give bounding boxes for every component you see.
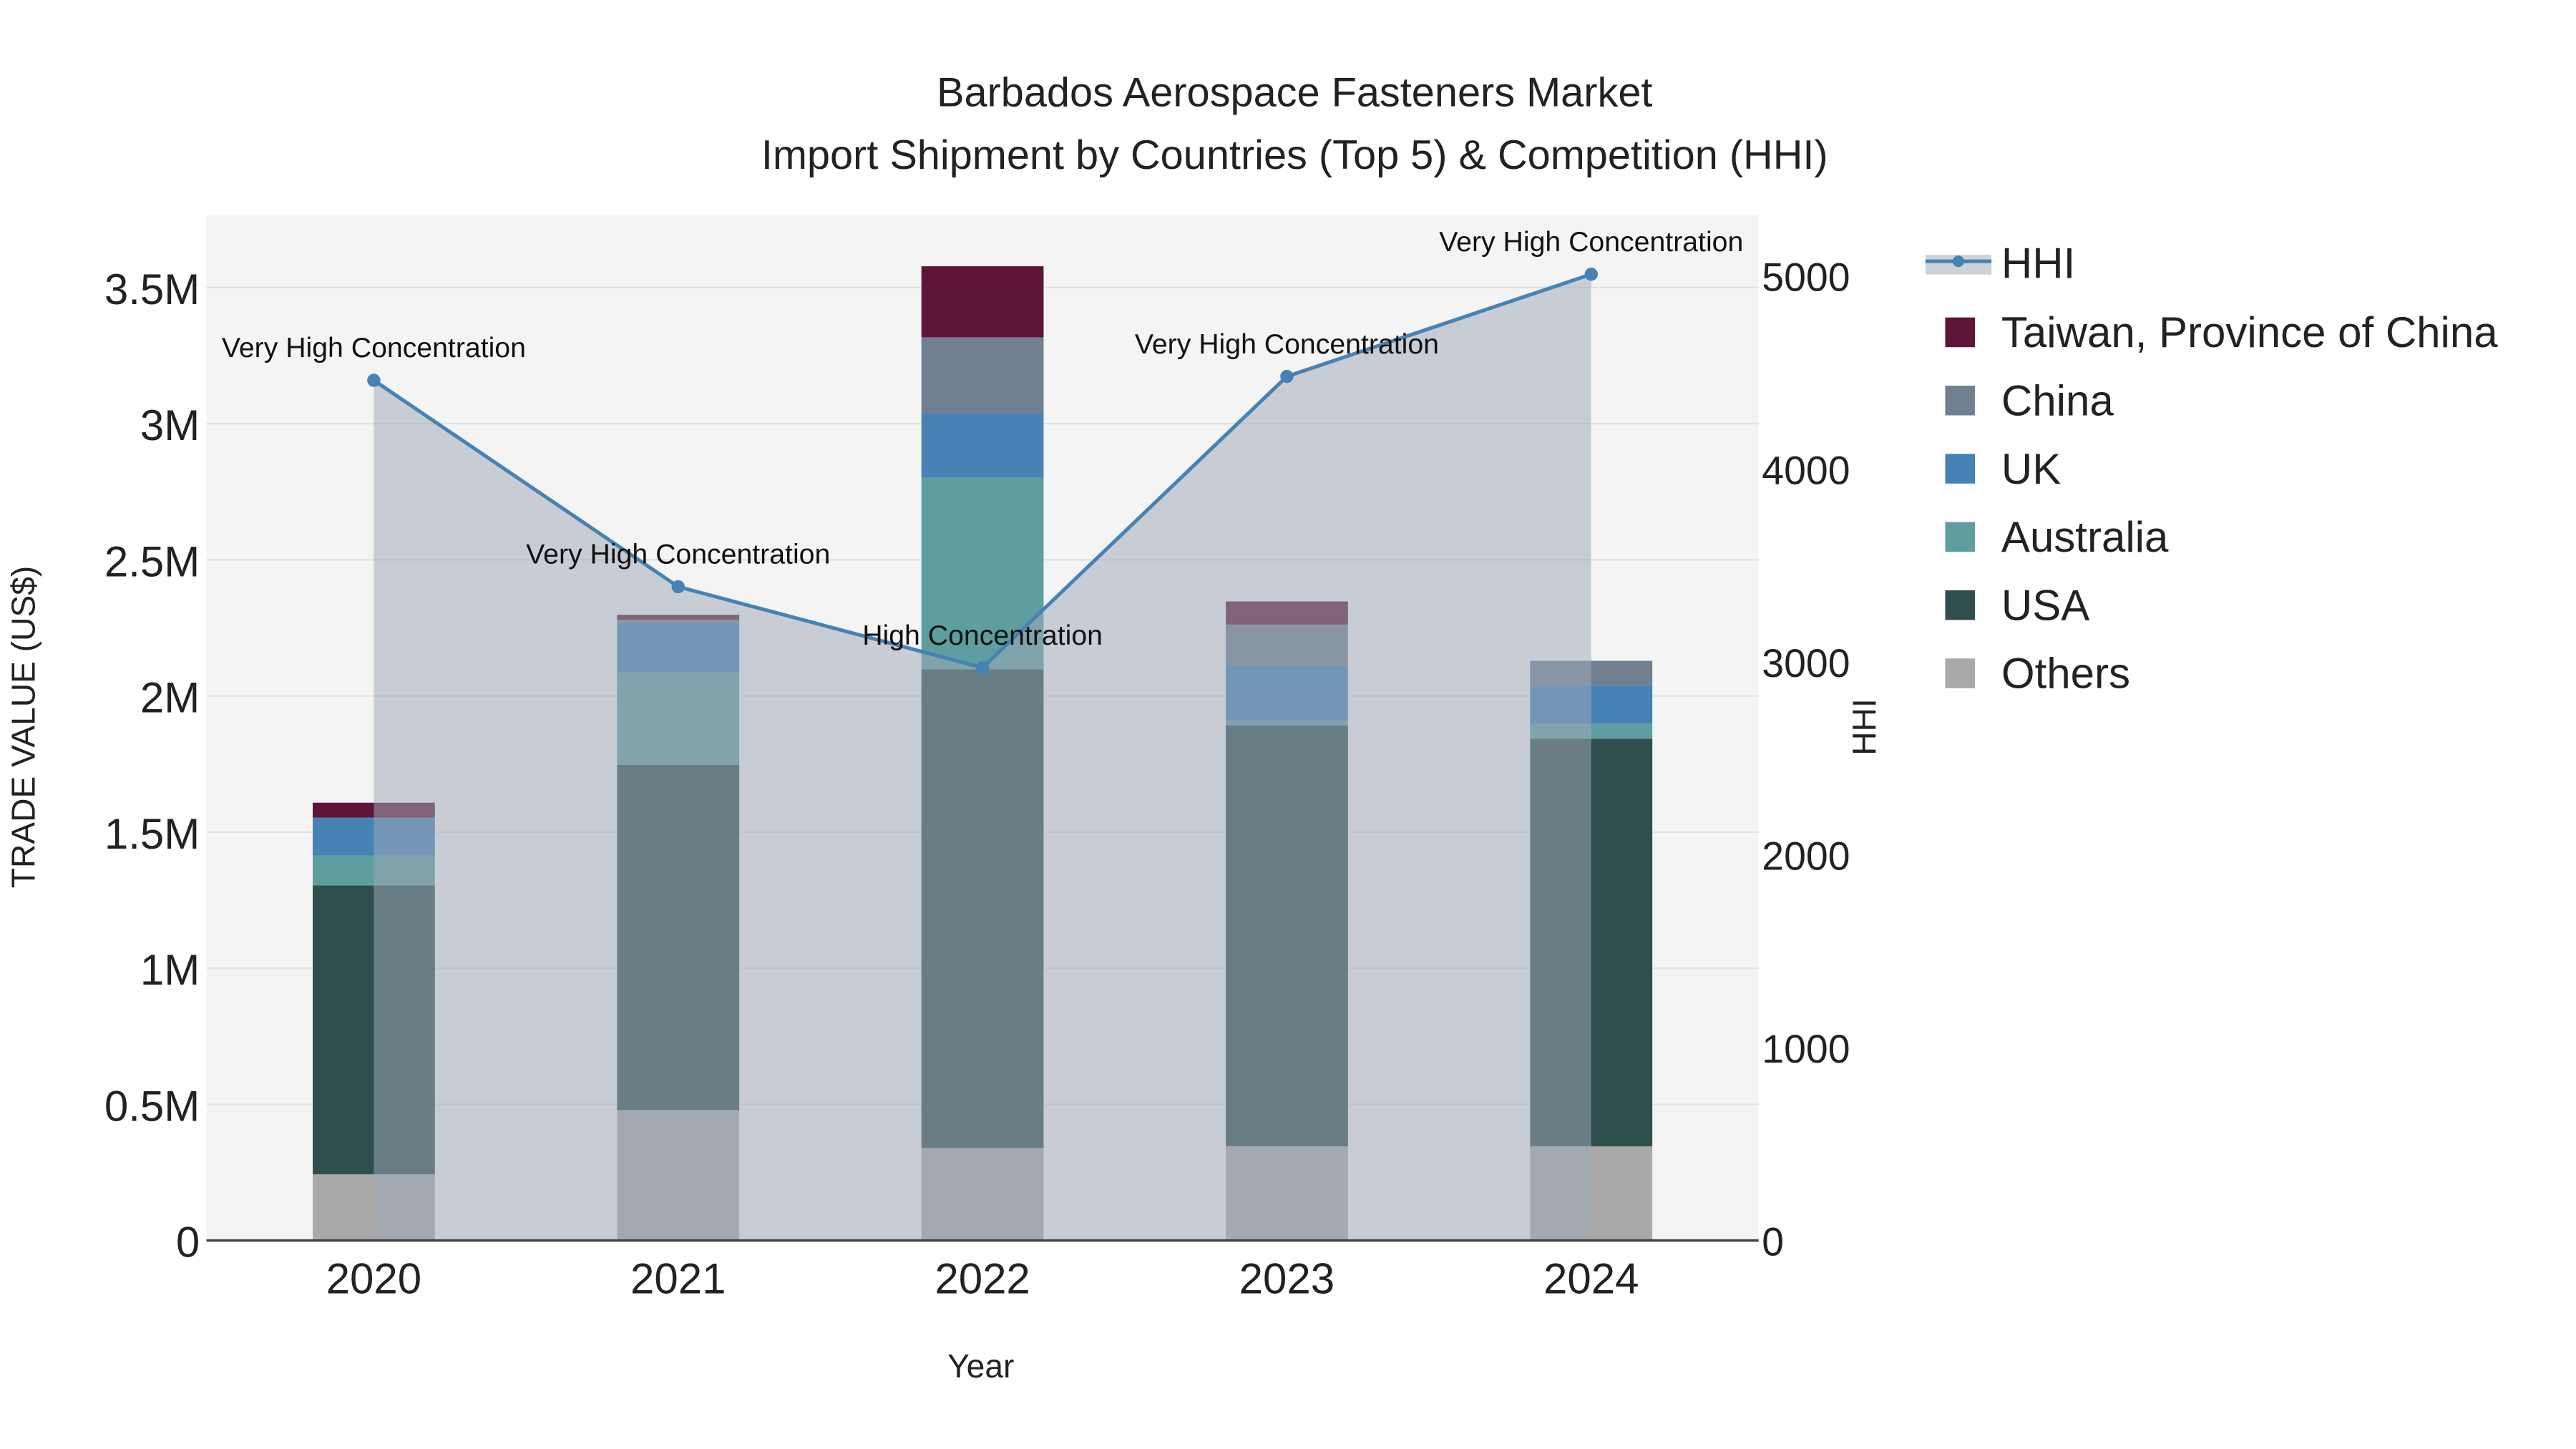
x-tick-label: 2023: [1239, 1255, 1335, 1303]
legend-label: UK: [2001, 445, 2061, 493]
legend-swatch: [1945, 385, 1975, 416]
y2-tick-label: 1000: [1762, 1027, 1850, 1071]
legend-swatch-hhi-marker: [1952, 255, 1964, 268]
chart-title-line1: Barbados Aerospace Fasteners Market: [937, 69, 1652, 115]
y2-tick-label: 2000: [1762, 834, 1850, 878]
y-tick-label: 1M: [140, 946, 200, 994]
y-tick-label: 2M: [140, 674, 200, 722]
y-tick-label: 2.5M: [104, 537, 200, 585]
x-tick-label: 2021: [630, 1255, 726, 1303]
bar-segment-taiwan-province-of-china-2022: [921, 266, 1044, 338]
chart-title-line2: Import Shipment by Countries (Top 5) & C…: [761, 132, 1828, 178]
legend-label: Australia: [2001, 513, 2169, 561]
y-tick-label: 0.5M: [104, 1082, 200, 1130]
hhi-annotation: High Concentration: [862, 620, 1103, 651]
y-tick-label: 0: [176, 1219, 200, 1267]
legend-swatch: [1945, 522, 1975, 552]
x-tick-label: 2022: [935, 1255, 1030, 1303]
legend-swatch: [1945, 317, 1975, 348]
legend-label: Others: [2001, 650, 2130, 698]
hhi-point-2022: [975, 660, 990, 675]
y2-tick-label: 5000: [1762, 255, 1850, 300]
legend-label: China: [2001, 377, 2114, 425]
legend-label: USA: [2001, 581, 2089, 629]
hhi-annotation: Very High Concentration: [526, 539, 830, 570]
legend-swatch: [1945, 658, 1975, 688]
legend-label: HHI: [2001, 239, 2075, 287]
hhi-point-2023: [1280, 369, 1294, 384]
x-axis-title: Year: [947, 1347, 1014, 1385]
legend-swatch: [1945, 454, 1975, 484]
y2-tick-label: 3000: [1762, 641, 1850, 686]
hhi-annotation: Very High Concentration: [1439, 226, 1743, 258]
legend-swatch: [1945, 590, 1975, 620]
hhi-point-2024: [1584, 268, 1598, 281]
x-tick-label: 2024: [1543, 1255, 1639, 1303]
x-tick-label: 2020: [326, 1255, 421, 1303]
chart: Barbados Aerospace Fasteners Market Impo…: [0, 0, 2576, 1449]
legend-label: Taiwan, Province of China: [2001, 308, 2498, 356]
y2-tick-label: 4000: [1762, 448, 1850, 492]
y-tick-label: 3.5M: [104, 265, 200, 313]
hhi-point-2021: [671, 580, 685, 594]
y-axis-title: TRADE VALUE (US$): [4, 566, 42, 888]
bar-segment-china-2022: [921, 337, 1044, 414]
bar-segment-uk-2022: [921, 413, 1044, 478]
y-tick-label: 3M: [140, 401, 200, 449]
hhi-annotation: Very High Concentration: [1135, 328, 1439, 360]
y2-axis-title: HHI: [1846, 698, 1883, 755]
y-tick-label: 1.5M: [104, 810, 200, 858]
hhi-annotation: Very High Concentration: [222, 332, 526, 364]
hhi-point-2020: [367, 374, 381, 387]
y2-tick-label: 0: [1762, 1219, 1784, 1264]
legend-item-taiwan-province-of-china: Taiwan, Province of China: [1945, 308, 2498, 356]
